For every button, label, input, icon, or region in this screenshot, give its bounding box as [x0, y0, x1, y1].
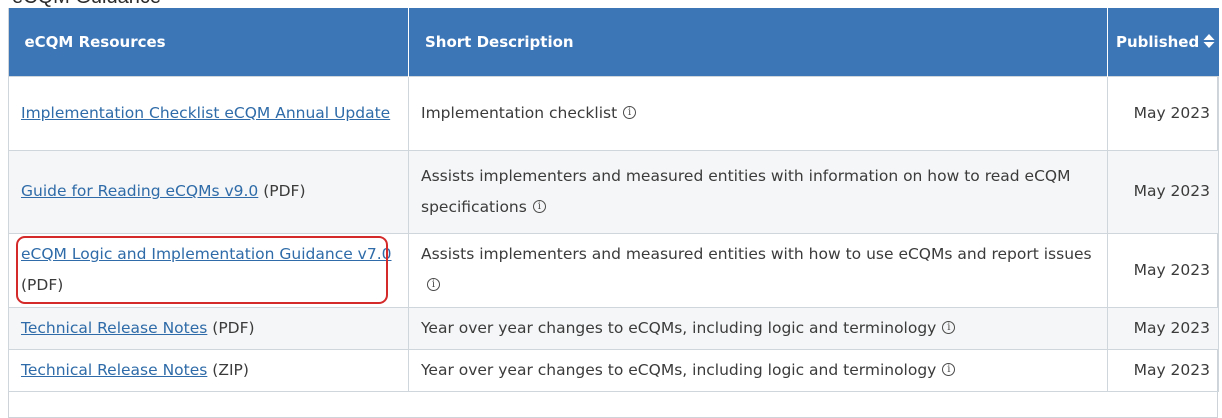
resource-link[interactable]: eCQM Logic and Implementation Guidance v…: [21, 245, 392, 263]
resource-format: (ZIP): [207, 360, 249, 379]
info-circle-icon[interactable]: i: [942, 320, 956, 334]
resource-cell: Guide for Reading eCQMs v9.0 (PDF): [8, 149, 409, 234]
table-row: Guide for Reading eCQMs v9.0 (PDF) Assis…: [8, 149, 1219, 234]
page-heading: eCQM Guidance: [12, 0, 161, 8]
table-row: Implementation Checklist eCQM Annual Upd…: [8, 75, 1219, 151]
info-circle-icon[interactable]: i: [427, 278, 440, 291]
description-cell: Year over year changes to eCQMs, includi…: [408, 348, 1108, 392]
table-header-row: eCQM Resources Short Description Publish…: [8, 8, 1219, 76]
info-circle-icon[interactable]: i: [623, 105, 637, 119]
ecqm-resources-table: eCQM Resources Short Description Publish…: [8, 8, 1219, 392]
column-header-resources-label: eCQM Resources: [24, 32, 166, 51]
info-circle-icon[interactable]: i: [532, 199, 546, 213]
column-header-resources: eCQM Resources: [8, 8, 409, 76]
info-circle-icon[interactable]: i: [942, 362, 956, 376]
resource-format: (PDF): [21, 276, 64, 294]
column-header-description-label: Short Description: [425, 32, 574, 51]
resource-format: (PDF): [258, 182, 306, 200]
description-text: Implementation checklist: [421, 103, 618, 122]
description-cell: Year over year changes to eCQMs, includi…: [408, 306, 1108, 350]
description-text: Assists implementers and measured entiti…: [421, 245, 1092, 263]
published-cell: May 2023: [1107, 348, 1219, 392]
description-text: Assists implementers and measured entiti…: [421, 166, 1071, 216]
description-text: Year over year changes to eCQMs, includi…: [421, 318, 937, 337]
description-text: Year over year changes to eCQMs, includi…: [421, 360, 937, 379]
published-cell: May 2023: [1107, 232, 1219, 308]
published-cell: May 2023: [1107, 75, 1219, 151]
resource-link[interactable]: Implementation Checklist eCQM Annual Upd…: [21, 104, 390, 122]
resource-link[interactable]: Technical Release Notes: [21, 319, 207, 337]
column-header-published[interactable]: Published: [1107, 8, 1219, 76]
description-cell: Implementation checklist i: [408, 75, 1108, 151]
published-cell: May 2023: [1107, 149, 1219, 234]
table-row: Technical Release Notes (PDF) Year over …: [8, 306, 1219, 350]
resource-format: (PDF): [207, 318, 255, 337]
table-row: Technical Release Notes (ZIP) Year over …: [8, 348, 1219, 392]
column-header-description: Short Description: [408, 8, 1108, 76]
resource-link[interactable]: Guide for Reading eCQMs v9.0: [21, 182, 258, 200]
resource-cell: Implementation Checklist eCQM Annual Upd…: [8, 75, 409, 151]
sort-updown-icon[interactable]: [1203, 33, 1215, 49]
published-cell: May 2023: [1107, 306, 1219, 350]
resource-cell: Technical Release Notes (ZIP): [8, 348, 409, 392]
table-row: eCQM Logic and Implementation Guidance v…: [8, 232, 1219, 308]
resource-link[interactable]: Technical Release Notes: [21, 361, 207, 379]
description-cell: Assists implementers and measured entiti…: [408, 149, 1108, 234]
column-header-published-label: Published: [1116, 32, 1200, 51]
description-cell: Assists implementers and measured entiti…: [408, 232, 1108, 308]
resource-cell: eCQM Logic and Implementation Guidance v…: [8, 232, 409, 308]
resource-cell: Technical Release Notes (PDF): [8, 306, 409, 350]
